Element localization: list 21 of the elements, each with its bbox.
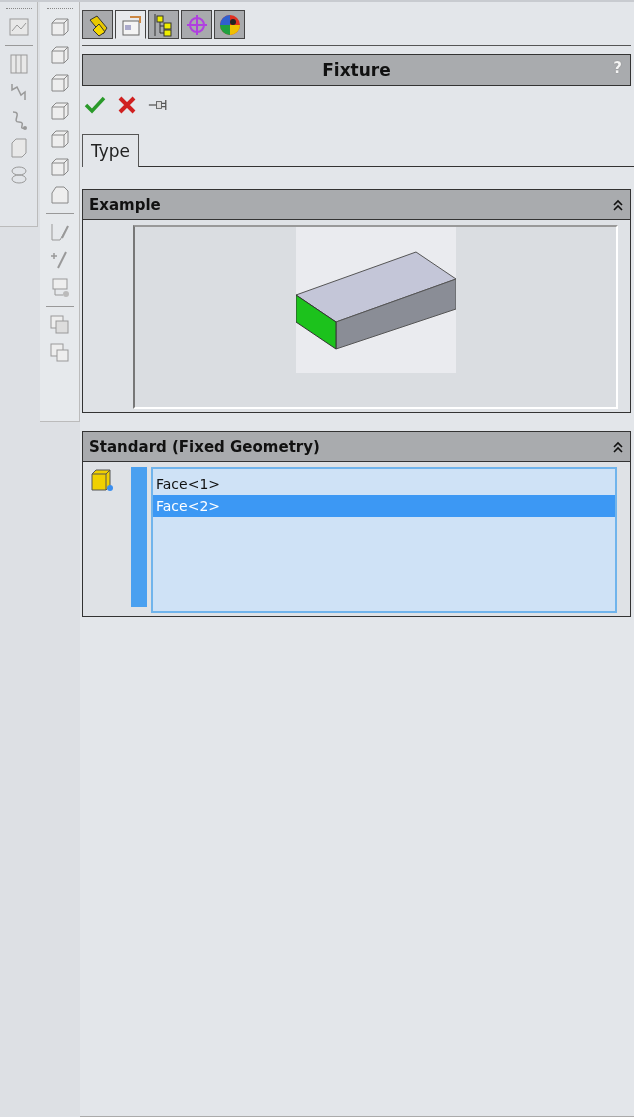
manager-tab[interactable] xyxy=(82,10,113,39)
chart-icon[interactable] xyxy=(6,15,31,39)
face-cube-icon xyxy=(89,467,115,493)
collapse-chevron-icon[interactable] xyxy=(612,440,624,453)
manager-tab[interactable] xyxy=(115,10,146,39)
stacked-copy-icon[interactable] xyxy=(47,313,72,337)
cancel-icon[interactable] xyxy=(116,94,138,116)
selection-list[interactable]: Face<1> Face<2> xyxy=(151,467,617,613)
collapse-chevron-icon[interactable] xyxy=(612,198,624,211)
stacked-paste-icon[interactable] xyxy=(47,341,72,365)
section-title: Example xyxy=(89,195,161,214)
ok-checkmark-icon[interactable] xyxy=(84,94,106,116)
manager-tab[interactable] xyxy=(181,10,212,39)
section-header[interactable]: Standard (Fixed Geometry) xyxy=(83,432,630,462)
face-list-item[interactable]: Face<1> xyxy=(153,473,615,495)
section-title: Standard (Fixed Geometry) xyxy=(89,437,320,456)
type-tab[interactable]: Type xyxy=(82,134,140,167)
section-header[interactable]: Example xyxy=(83,190,630,220)
panel-title: Fixture xyxy=(322,60,391,80)
manager-tab[interactable] xyxy=(148,10,179,39)
manager-tab[interactable] xyxy=(214,10,245,39)
